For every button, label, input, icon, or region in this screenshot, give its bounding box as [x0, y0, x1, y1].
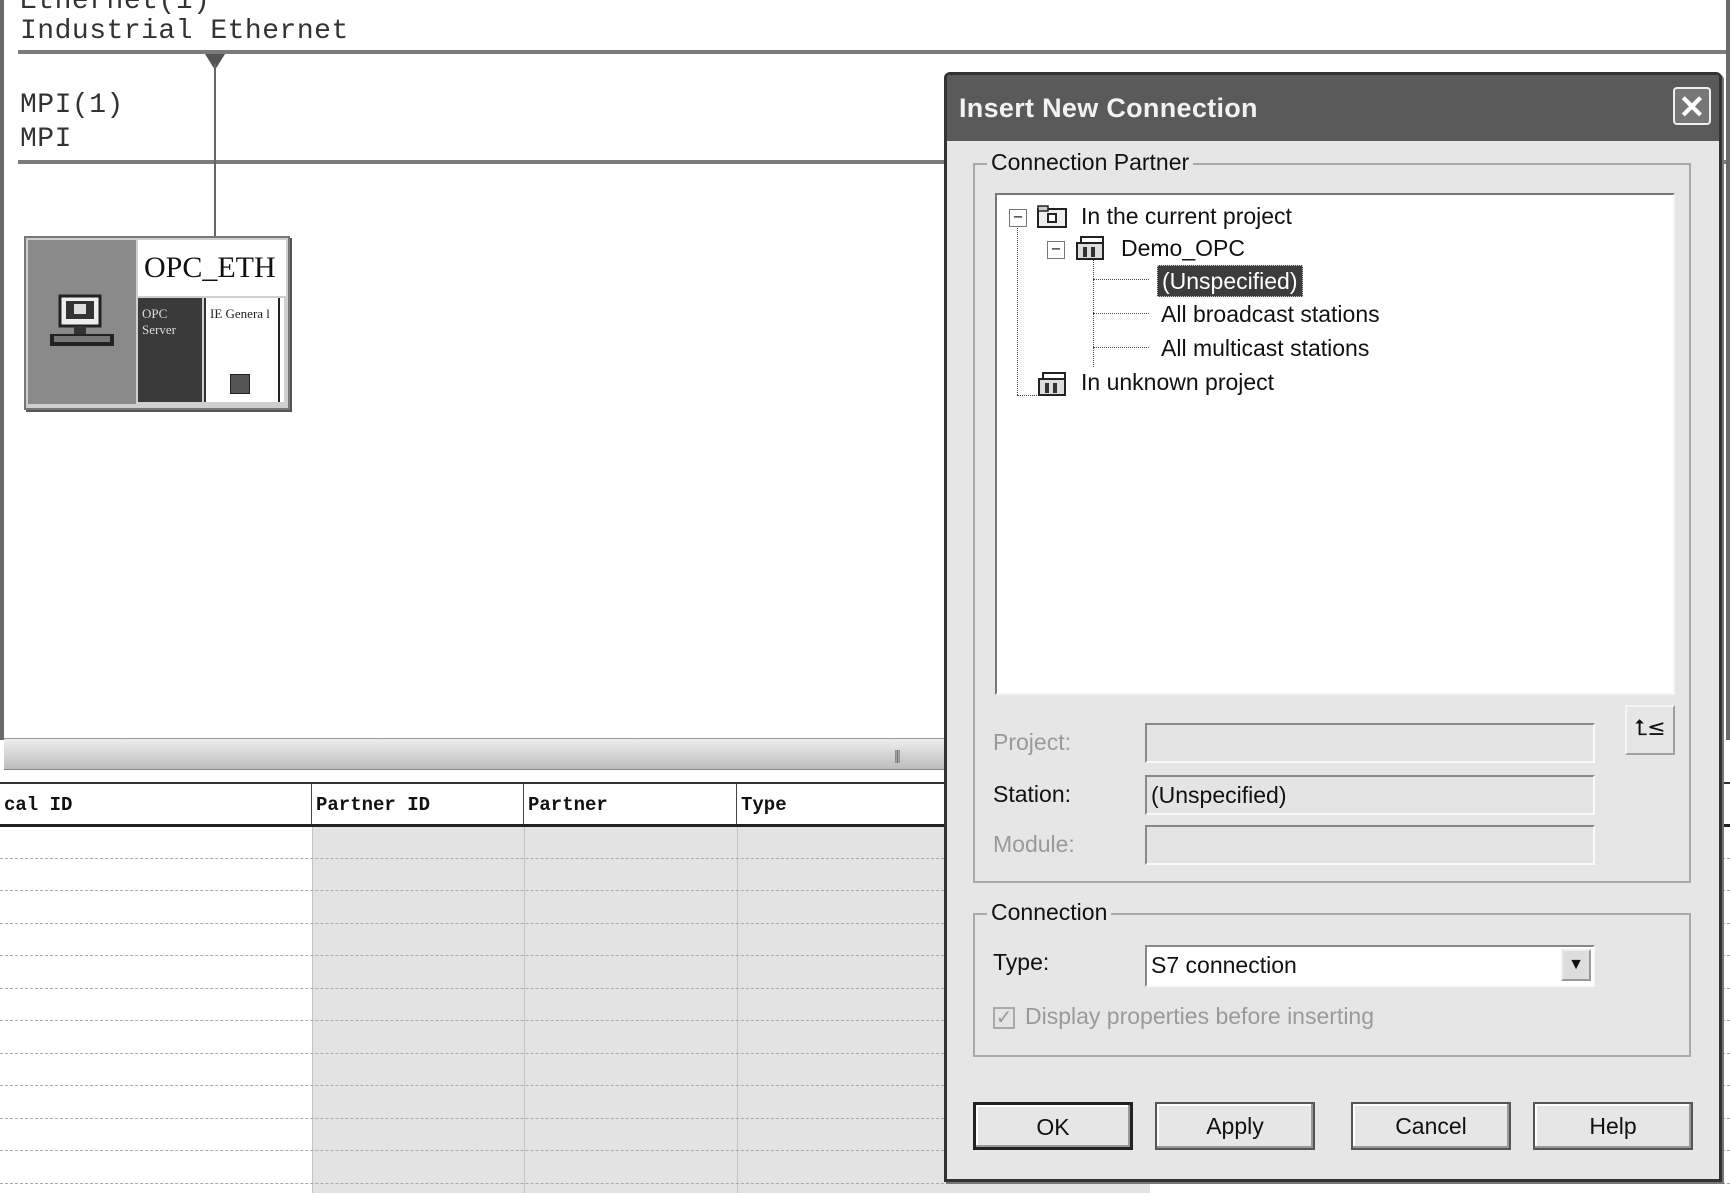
ok-button[interactable]: OK — [973, 1102, 1133, 1150]
station-field: (Unspecified) — [1145, 775, 1595, 815]
horizontal-scrollbar[interactable]: ||| — [4, 738, 944, 770]
station-icon — [1037, 371, 1066, 396]
column-partner[interactable]: Partner — [524, 784, 737, 824]
tree-demo-opc[interactable]: Demo_OPC — [1121, 233, 1245, 263]
column-local-id[interactable]: cal ID — [0, 784, 312, 824]
opc-server-slot[interactable]: OPC Server — [138, 298, 202, 402]
station-icon — [1075, 235, 1104, 260]
help-button[interactable]: Help — [1533, 1102, 1693, 1150]
connection-partner-group: Connection Partner − In the current proj… — [973, 149, 1691, 883]
tree-all-broadcast-stations[interactable]: All broadcast stations — [1161, 299, 1380, 329]
close-button[interactable]: ✕ — [1673, 87, 1711, 125]
connection-type-value: S7 connection — [1151, 952, 1297, 978]
station-label: Station: — [993, 781, 1071, 807]
collapse-current-project-icon[interactable]: − — [1009, 209, 1027, 227]
locate-button[interactable]: ⮤≤ — [1625, 705, 1675, 755]
project-field — [1145, 723, 1595, 763]
project-folder-icon — [1037, 205, 1067, 228]
ie-general-slot[interactable]: IE Genera l — [204, 298, 284, 402]
ie-general-label: IE Genera l — [210, 306, 270, 321]
column-partner-id[interactable]: Partner ID — [312, 784, 524, 824]
insert-new-connection-dialog: Insert New Connection ✕ Connection Partn… — [944, 72, 1722, 1182]
station-opc-eth[interactable]: OPC_ETH OPC Server IE Genera l — [24, 236, 290, 410]
pc-station-icon — [28, 240, 136, 404]
scrollbar-grip[interactable]: ||| — [894, 747, 901, 763]
mpi-type: MPI — [20, 124, 72, 155]
station-name: OPC_ETH — [138, 240, 286, 296]
project-label: Project: — [993, 729, 1071, 755]
module-label: Module: — [993, 831, 1075, 857]
partner-tree[interactable]: − In the current project − Demo_OPC (Uns… — [995, 193, 1675, 695]
ethernet-type: Industrial Ethernet — [20, 16, 349, 47]
mpi-name: MPI(1) — [20, 90, 124, 121]
module-status-icon — [230, 374, 250, 394]
display-properties-checkbox[interactable]: ✓ — [993, 1007, 1015, 1029]
display-properties-label: Display properties before inserting — [1025, 1003, 1375, 1029]
ethernet-name: Ethernet(1) — [20, 0, 211, 17]
dialog-title: Insert New Connection — [959, 93, 1258, 123]
apply-button[interactable]: Apply — [1155, 1102, 1315, 1150]
station-link-line — [214, 64, 216, 236]
tree-unspecified[interactable]: (Unspecified) — [1157, 265, 1303, 297]
tree-all-multicast-stations[interactable]: All multicast stations — [1161, 333, 1369, 363]
tree-in-current-project[interactable]: In the current project — [1081, 201, 1292, 231]
dialog-titlebar[interactable]: Insert New Connection ✕ — [947, 75, 1719, 141]
connection-legend: Connection — [987, 899, 1112, 926]
cancel-button[interactable]: Cancel — [1351, 1102, 1511, 1150]
connection-group: Connection Type: S7 connection ▼ ✓ Displ… — [973, 899, 1691, 1057]
connection-partner-legend: Connection Partner — [987, 149, 1194, 176]
connection-type-select[interactable]: S7 connection ▼ — [1145, 945, 1595, 987]
tree-in-unknown-project[interactable]: In unknown project — [1081, 367, 1274, 397]
chevron-down-icon[interactable]: ▼ — [1561, 949, 1591, 981]
module-field — [1145, 825, 1595, 865]
collapse-demo-opc-icon[interactable]: − — [1047, 241, 1065, 259]
ethernet-bus-line[interactable] — [18, 50, 1726, 54]
type-label: Type: — [993, 949, 1050, 975]
